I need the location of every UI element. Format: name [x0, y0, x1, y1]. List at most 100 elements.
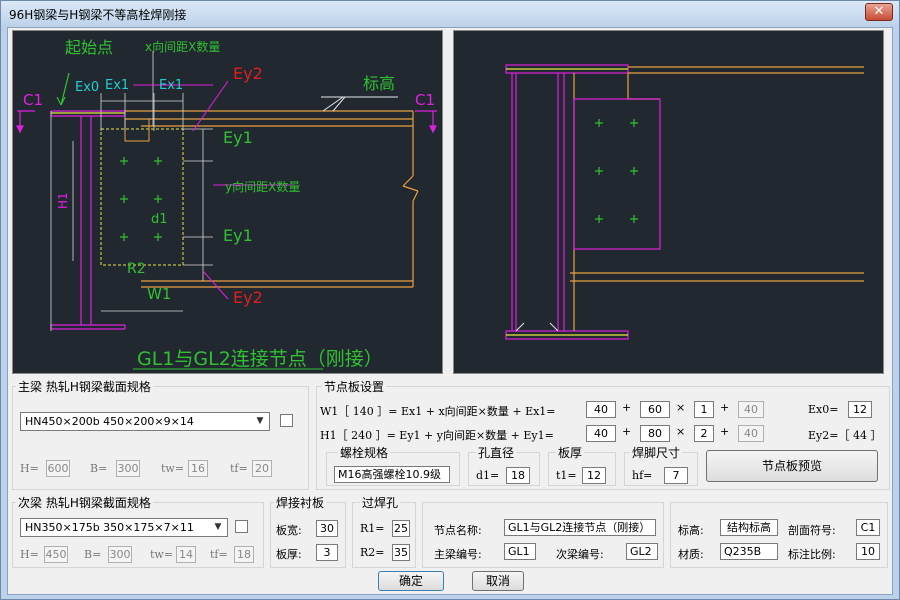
left-drawing-canvas: 起始点 x向间距X数量 Ex0 Ex1 Ex1 Ey2 标高 C1 C1 Ey1…	[12, 30, 443, 374]
main-beam-tw-input[interactable]: 16	[188, 460, 208, 477]
drawing-caption: GL1与GL2连接节点（刚接）	[137, 348, 383, 370]
x-count-input[interactable]: 1	[694, 401, 714, 418]
plate-thickness-label: 板厚	[556, 444, 585, 461]
x-spacing-input[interactable]: 60	[640, 401, 670, 418]
ex0-label: Ex0=	[808, 403, 839, 416]
label-h1: H1	[56, 192, 70, 209]
r1-input[interactable]: 25	[392, 520, 410, 537]
w1-times: ×	[676, 401, 686, 414]
hf-label: hf=	[632, 469, 653, 482]
sec-beam-tw-input[interactable]: 14	[176, 546, 196, 563]
ey1-input-row2-end[interactable]: 40	[738, 425, 764, 442]
main-beam-outline	[50, 110, 126, 330]
r2-input[interactable]: 35	[392, 544, 410, 561]
d1-input[interactable]: 18	[506, 467, 530, 484]
main-beam-b-input[interactable]: 300	[116, 460, 140, 477]
elevation-label: 标高:	[678, 524, 704, 537]
h1-plus-2: +	[720, 425, 730, 438]
close-icon[interactable]: ✕	[865, 3, 893, 21]
section-symbol-input[interactable]: C1	[856, 519, 880, 536]
label-ey2-bottom: Ey2	[233, 288, 263, 307]
y-spacing-input[interactable]: 80	[640, 425, 670, 442]
label-x-spacing: x向间距X数量	[145, 39, 220, 54]
sec-beam-tf-label: tf=	[210, 548, 228, 561]
backing-thickness-label: 板厚:	[276, 548, 302, 561]
secondary-beam-combo-value: HN350×175b 350×175×7×11	[25, 521, 194, 534]
label-w1: W1	[147, 285, 171, 303]
node-plate-group-label: 节点板设置	[322, 378, 387, 395]
ex1-input-row1-end[interactable]: 40	[738, 401, 764, 418]
label-ey2-top: Ey2	[233, 64, 263, 83]
sec-beam-h-input[interactable]: 450	[44, 546, 68, 563]
bolt-spec-label: 螺栓规格	[338, 444, 391, 461]
cancel-button[interactable]: 取消	[472, 571, 524, 591]
weld-backing-label: 焊接衬板	[274, 494, 327, 511]
w1-plus-2: +	[720, 401, 730, 414]
label-ey1-b: Ey1	[223, 226, 253, 245]
main-beam-h-input[interactable]: 600	[46, 460, 70, 477]
ex1-input-row1[interactable]: 40	[586, 401, 616, 418]
y-count-input[interactable]: 2	[694, 425, 714, 442]
label-ex1-b: Ex1	[159, 78, 183, 93]
main-beam-section-combo[interactable]: HN450×200b 450×200×9×14 ▼	[20, 412, 270, 431]
right-drawing-canvas	[453, 30, 884, 374]
scale-input[interactable]: 10	[856, 543, 880, 560]
elevation-input[interactable]: 结构标高	[720, 519, 778, 536]
main-beam-no-input[interactable]: GL1	[504, 543, 536, 560]
sec-beam-tf-input[interactable]: 18	[234, 546, 254, 563]
start-point-leader	[56, 72, 70, 106]
h1-formula: H1［ 240 ］= Ey1 + y向间距×数量 + Ey1=	[320, 429, 554, 442]
secondary-beam-side	[570, 66, 864, 331]
secondary-beam-section-combo[interactable]: HN350×175b 350×175×7×11 ▼	[20, 518, 228, 537]
w1-formula: W1［ 140 ］= Ex1 + x向间距×数量 + Ex1=	[320, 405, 556, 418]
weld-size-label: 焊脚尺寸	[630, 444, 683, 461]
label-y-spacing: y向间距X数量	[225, 179, 300, 194]
node-plate-side	[573, 98, 661, 250]
backing-thickness-input[interactable]: 3	[316, 544, 338, 561]
main-beam-h-label: H=	[20, 462, 39, 475]
label-d1: d1	[151, 212, 168, 227]
ey2-readout: Ey2=［ 44 ］	[808, 429, 882, 442]
w1-plus-1: +	[622, 401, 632, 414]
sec-beam-h-label: H=	[20, 548, 39, 561]
t1-input[interactable]: 12	[582, 467, 606, 484]
secondary-beam-custom-checkbox[interactable]	[235, 520, 248, 533]
ey1-input-row2[interactable]: 40	[586, 425, 616, 442]
main-beam-b-label: B=	[90, 462, 108, 475]
main-beam-section	[505, 64, 629, 340]
label-ex1-a: Ex1	[105, 78, 129, 93]
ok-button[interactable]: 确定	[378, 571, 444, 591]
sec-beam-tw-label: tw=	[150, 548, 174, 561]
backing-width-label: 板宽:	[276, 524, 302, 537]
stiffener-marks	[515, 322, 559, 332]
weld-hole-label: 过焊孔	[360, 494, 401, 511]
main-beam-custom-checkbox[interactable]	[280, 414, 293, 427]
chevron-down-icon: ▼	[256, 416, 264, 426]
window-title: 96H钢梁与H钢梁不等高栓焊刚接	[9, 8, 187, 22]
material-input[interactable]: Q235B	[720, 543, 778, 560]
dialog-window: 96H钢梁与H钢梁不等高栓焊刚接 ✕ 起始点 x向间距X数量 Ex0 Ex1 E…	[0, 0, 900, 600]
sec-beam-no-input[interactable]: GL2	[626, 543, 658, 560]
node-name-input[interactable]: GL1与GL2连接节点（刚接）	[504, 519, 656, 536]
node-name-label: 节点名称:	[434, 524, 482, 537]
section-symbol-label: 剖面符号:	[788, 524, 836, 537]
r1-label: R1=	[360, 522, 385, 535]
hole-diameter-label: 孔直径	[476, 444, 517, 461]
h1-plus-1: +	[622, 425, 632, 438]
ex0-input[interactable]: 12	[848, 401, 872, 418]
flange-yellow-lines	[506, 68, 628, 336]
bolt-spec-input[interactable]: M16高强螺栓10.9级	[334, 466, 450, 483]
left-drawing-svg: 起始点 x向间距X数量 Ex0 Ex1 Ex1 Ey2 标高 C1 C1 Ey1…	[16, 38, 437, 370]
main-beam-tf-input[interactable]: 20	[252, 460, 272, 477]
label-elevation: 标高	[363, 74, 395, 93]
node-plate-preview-button[interactable]: 节点板预览	[706, 450, 878, 482]
backing-width-input[interactable]: 30	[316, 520, 338, 537]
bolt-group	[120, 157, 162, 241]
d1-label: d1=	[476, 469, 500, 482]
main-beam-tw-label: tw=	[161, 462, 185, 475]
h1-times: ×	[676, 425, 686, 438]
sec-beam-b-input[interactable]: 300	[108, 546, 132, 563]
title-bar: 96H钢梁与H钢梁不等高栓焊刚接 ✕	[1, 1, 899, 27]
hf-input[interactable]: 7	[664, 467, 688, 484]
chevron-down-icon: ▼	[214, 522, 222, 532]
